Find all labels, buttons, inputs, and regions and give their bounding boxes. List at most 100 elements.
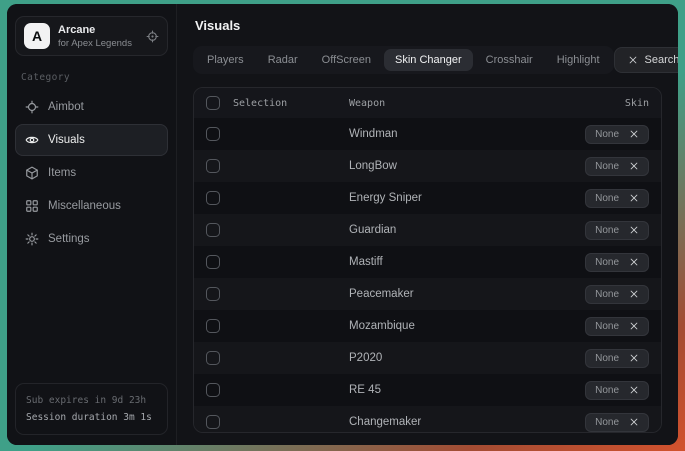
app-logo: A (24, 23, 50, 49)
session-duration-text: Session duration 3m 1s (26, 409, 157, 426)
table-row: Peacemaker None (194, 278, 661, 310)
remove-skin-icon[interactable] (629, 385, 639, 395)
skin-table: Selection Weapon Skin Windman None (193, 87, 662, 433)
weapon-name: Mastiff (349, 256, 585, 268)
toolbar: Players Radar OffScreen Skin Changer Cro… (193, 46, 662, 74)
weapon-name: Peacemaker (349, 288, 585, 300)
remove-skin-icon[interactable] (629, 321, 639, 331)
row-checkbox[interactable] (206, 191, 220, 205)
tab[interactable]: Highlight (546, 49, 611, 71)
skin-badge[interactable]: None (585, 285, 649, 304)
skin-badge-label: None (595, 257, 619, 268)
remove-skin-icon[interactable] (629, 129, 639, 139)
row-checkbox[interactable] (206, 255, 220, 269)
row-checkbox[interactable] (206, 287, 220, 301)
app-title: Arcane (58, 24, 138, 36)
skin-badge[interactable]: None (585, 349, 649, 368)
select-all-checkbox[interactable] (206, 96, 220, 110)
sidebar-item[interactable]: Items (15, 157, 168, 189)
table-row: LongBow None (194, 150, 661, 182)
remove-skin-icon[interactable] (629, 417, 639, 427)
skin-badge-label: None (595, 225, 619, 236)
row-checkbox[interactable] (206, 415, 220, 429)
tab[interactable]: Players (196, 49, 255, 71)
category-label: Category (21, 72, 162, 83)
weapon-name: Guardian (349, 224, 585, 236)
sidebar-item[interactable]: Miscellaneous (15, 190, 168, 222)
table-row: P2020 None (194, 342, 661, 374)
target-icon[interactable] (146, 30, 159, 43)
remove-skin-icon[interactable] (629, 353, 639, 363)
sidebar-item-icon (25, 199, 39, 213)
remove-skin-icon[interactable] (629, 161, 639, 171)
skin-badge[interactable]: None (585, 253, 649, 272)
remove-skin-icon[interactable] (629, 257, 639, 267)
page-title: Visuals (195, 18, 662, 33)
sidebar-item-label: Settings (48, 233, 90, 245)
table-row: Changemaker None (194, 406, 661, 433)
skin-badge[interactable]: None (585, 157, 649, 176)
row-checkbox[interactable] (206, 383, 220, 397)
tab[interactable]: OffScreen (311, 49, 382, 71)
tab[interactable]: Skin Changer (384, 49, 473, 71)
profile-card: A Arcane for Apex Legends (15, 16, 168, 56)
search-button[interactable]: Search (614, 47, 678, 73)
tab-label: OffScreen (322, 54, 371, 66)
skin-badge[interactable]: None (585, 413, 649, 432)
sidebar: A Arcane for Apex Legends Category Aimbo… (7, 4, 177, 445)
row-checkbox[interactable] (206, 319, 220, 333)
table-row: RE 45 None (194, 374, 661, 406)
table-body: Windman None LongBow None (194, 118, 661, 433)
skin-badge[interactable]: None (585, 221, 649, 240)
skin-badge[interactable]: None (585, 381, 649, 400)
weapon-column-header: Weapon (349, 98, 625, 109)
sidebar-item[interactable]: Aimbot (15, 91, 168, 123)
sidebar-item-label: Items (48, 167, 76, 179)
tab[interactable]: Radar (257, 49, 309, 71)
skin-badge-label: None (595, 161, 619, 172)
main-panel: Visuals Players Radar OffScreen Skin Cha… (177, 4, 678, 445)
tab-label: Crosshair (486, 54, 533, 66)
sidebar-item-icon (25, 100, 39, 114)
skin-badge-label: None (595, 193, 619, 204)
search-button-label: Search (645, 54, 678, 66)
x-icon (628, 55, 638, 65)
weapon-name: P2020 (349, 352, 585, 364)
row-checkbox[interactable] (206, 127, 220, 141)
tab-label: Highlight (557, 54, 600, 66)
sidebar-item-label: Miscellaneous (48, 200, 121, 212)
sidebar-item[interactable]: Visuals (15, 124, 168, 156)
skin-column-header: Skin (625, 98, 649, 109)
tab[interactable]: Crosshair (475, 49, 544, 71)
sidebar-item-icon (25, 232, 39, 246)
table-row: Energy Sniper None (194, 182, 661, 214)
table-header: Selection Weapon Skin (194, 88, 661, 118)
skin-badge-label: None (595, 289, 619, 300)
skin-badge-label: None (595, 129, 619, 140)
skin-badge[interactable]: None (585, 189, 649, 208)
skin-badge-label: None (595, 353, 619, 364)
tab-bar: Players Radar OffScreen Skin Changer Cro… (193, 46, 614, 74)
remove-skin-icon[interactable] (629, 289, 639, 299)
skin-badge-label: None (595, 417, 619, 428)
weapon-name: LongBow (349, 160, 585, 172)
remove-skin-icon[interactable] (629, 225, 639, 235)
row-checkbox[interactable] (206, 351, 220, 365)
row-checkbox[interactable] (206, 223, 220, 237)
weapon-name: Changemaker (349, 416, 585, 428)
skin-badge[interactable]: None (585, 125, 649, 144)
skin-badge-label: None (595, 321, 619, 332)
sidebar-item[interactable]: Settings (15, 223, 168, 255)
sidebar-item-icon (25, 166, 39, 180)
row-checkbox[interactable] (206, 159, 220, 173)
sidebar-item-label: Visuals (48, 134, 85, 146)
sidebar-item-icon (25, 133, 39, 147)
weapon-name: Energy Sniper (349, 192, 585, 204)
table-row: Guardian None (194, 214, 661, 246)
tab-label: Skin Changer (395, 54, 462, 66)
tab-label: Players (207, 54, 244, 66)
sub-expiry-text: Sub expires in 9d 23h (26, 392, 157, 409)
skin-badge[interactable]: None (585, 317, 649, 336)
app-subtitle: for Apex Legends (58, 38, 138, 49)
remove-skin-icon[interactable] (629, 193, 639, 203)
